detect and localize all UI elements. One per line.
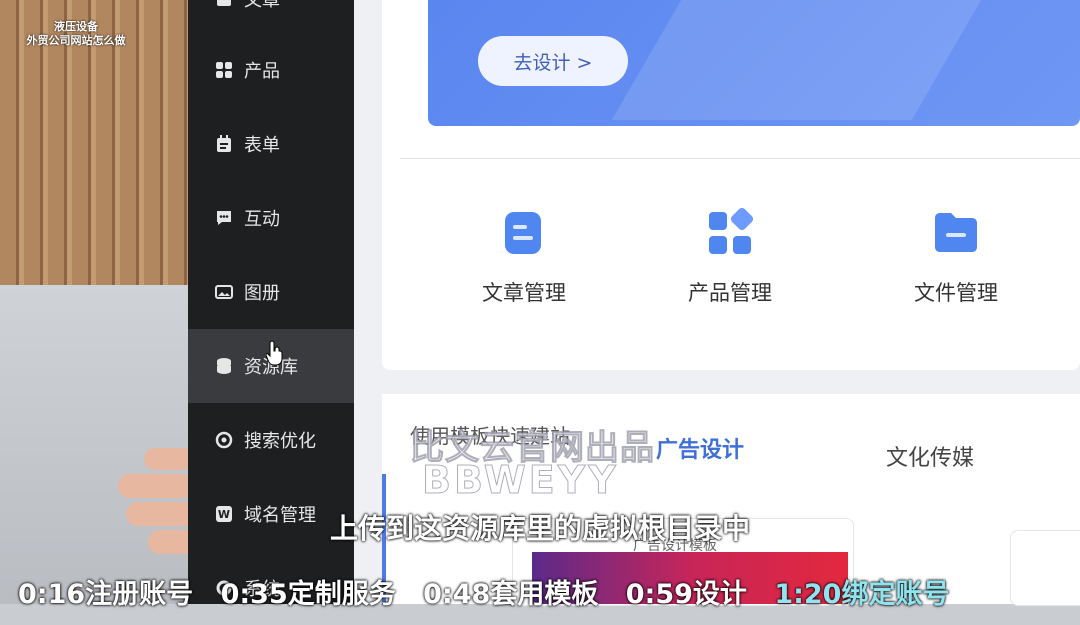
product-manage-icon xyxy=(709,207,754,254)
database-icon xyxy=(214,356,234,376)
video-subtitle: 上传到这资源库里的虚拟根目录中 xyxy=(329,512,750,545)
sidebar-item-label: 产品 xyxy=(244,61,280,82)
mgmt-label: 文章管理 xyxy=(482,281,566,305)
grid-icon xyxy=(214,60,234,80)
form-icon xyxy=(214,134,234,154)
seo-icon xyxy=(214,430,234,450)
file-manage-icon xyxy=(935,213,977,252)
sidebar-item-label: 搜索优化 xyxy=(244,431,316,452)
chat-icon xyxy=(214,208,234,228)
mgmt-label: 文件管理 xyxy=(914,281,998,305)
sidebar-item-label: 表单 xyxy=(244,135,280,156)
tab-culture-media[interactable]: 文化传媒 xyxy=(886,440,974,472)
video-title-overlay: 液压设备 外贸公司网站怎么做 xyxy=(6,20,146,48)
sidebar-item-seo[interactable]: 搜索优化 xyxy=(188,403,354,477)
chapter-marker-current: 1:20绑定账号 xyxy=(774,579,950,610)
sidebar-item-label: 图册 xyxy=(244,283,280,304)
go-design-button[interactable]: 去设计 > xyxy=(478,36,628,86)
sidebar-item-product[interactable]: 产品 xyxy=(188,33,354,107)
article-icon xyxy=(214,0,234,9)
divider xyxy=(400,158,1080,159)
article-manage-icon xyxy=(505,212,541,254)
chapter-marker: 0:35定制服务 xyxy=(220,579,396,610)
chapter-marker: 0:48套用模板 xyxy=(423,579,599,610)
chapter-marker: 0:16注册账号 xyxy=(18,579,194,610)
sidebar-item-label: 互动 xyxy=(244,209,280,230)
overlay-line1: 液压设备 xyxy=(54,20,98,33)
sidebar-item-label: 文章 xyxy=(244,0,280,11)
product-manage-entry[interactable]: 产品管理 xyxy=(670,207,790,307)
chapter-marker: 0:59设计 xyxy=(625,579,747,610)
mgmt-label: 产品管理 xyxy=(688,281,772,305)
sidebar-item-form[interactable]: 表单 xyxy=(188,107,354,181)
sidebar-item-album[interactable]: 图册 xyxy=(188,255,354,329)
file-manage-entry[interactable]: 文件管理 xyxy=(896,208,1016,307)
sidebar-item-article[interactable]: 文章 xyxy=(188,0,354,36)
album-icon xyxy=(214,282,234,302)
chapter-timeline: 0:16注册账号 0:35定制服务 0:48套用模板 0:59设计 1:20绑定… xyxy=(0,572,1080,610)
article-manage-entry[interactable]: 文章管理 xyxy=(464,208,584,307)
overlay-line2: 外贸公司网站怎么做 xyxy=(26,34,126,47)
banner-illustration xyxy=(611,0,1005,120)
sidebar-item-interaction[interactable]: 互动 xyxy=(188,181,354,255)
hand-cursor-icon xyxy=(266,340,283,366)
tab-ad-design[interactable]: 广告设计 xyxy=(656,432,744,464)
watermark-logo: BBWEYY xyxy=(422,458,619,503)
